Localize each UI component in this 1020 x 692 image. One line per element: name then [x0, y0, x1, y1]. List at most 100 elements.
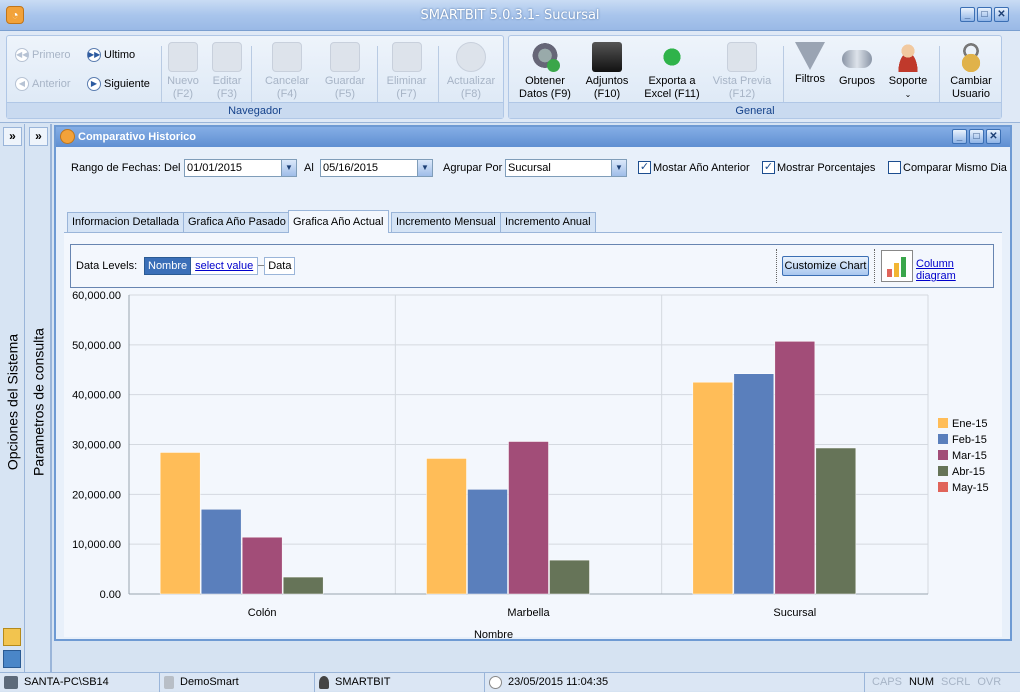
- actualizar-button[interactable]: Actualizar (F8): [441, 42, 501, 101]
- navegador-group-label: Navegador: [7, 102, 503, 118]
- filtros-button[interactable]: Filtros: [789, 42, 831, 86]
- column-diagram-icon[interactable]: [881, 250, 913, 282]
- legend-swatch: [938, 482, 948, 492]
- siguiente-button[interactable]: ▶ Siguiente: [87, 77, 150, 91]
- bar-mar-15: [774, 341, 816, 595]
- customize-chart-button[interactable]: Customize Chart: [782, 256, 869, 276]
- soporte-dropdown-icon: ⌄: [904, 90, 912, 99]
- bar-abr-15: [815, 447, 857, 595]
- editar-button[interactable]: Editar (F3): [207, 42, 247, 101]
- editar-label: Editar: [212, 75, 242, 87]
- guardar-button[interactable]: Guardar (F5): [315, 42, 375, 101]
- expand-opciones-button[interactable]: »: [3, 127, 22, 146]
- anterior-label: Anterior: [32, 78, 71, 90]
- status-db: DemoSmart: [160, 673, 315, 692]
- tab-incremento-anual[interactable]: Incremento Anual: [500, 212, 596, 232]
- bar-mar-15: [241, 536, 283, 595]
- folder-icon: [592, 42, 622, 72]
- grupos-button[interactable]: Grupos: [835, 42, 879, 88]
- chevron-down-icon[interactable]: ▼: [611, 160, 626, 176]
- num-indicator: NUM: [908, 676, 935, 688]
- legend-swatch: [938, 418, 948, 428]
- status-bar: SANTA-PC\SB14 DemoSmart SMARTBIT 23/05/2…: [0, 672, 1020, 692]
- ultimo-button[interactable]: ▶▶ Ultimo: [87, 48, 135, 62]
- mostrar-anio-checkbox[interactable]: ✓: [638, 161, 651, 174]
- level-data[interactable]: Data: [264, 256, 296, 275]
- screen-icon[interactable]: [3, 650, 21, 668]
- status-datetime-text: 23/05/2015 11:04:35: [508, 676, 609, 688]
- agrupar-label: Agrupar Por: [443, 162, 503, 174]
- y-tick-label: 20,000.00: [72, 489, 121, 501]
- y-tick-label: 50,000.00: [72, 340, 121, 352]
- opciones-sistema-panel[interactable]: » Opciones del Sistema: [0, 124, 25, 672]
- vista-previa-button[interactable]: Vista Previa (F12): [709, 42, 775, 101]
- agrupar-select[interactable]: Sucursal ▼: [505, 159, 627, 177]
- side-panel: » Opciones del Sistema » Parametros de c…: [0, 124, 52, 672]
- print-preview-icon: [727, 42, 757, 72]
- ribbon: ◀◀ Primero ◀ Anterior ▶▶ Ultimo ▶ Siguiente …: [0, 31, 1020, 123]
- soporte-button[interactable]: Soporte ⌄: [883, 42, 933, 101]
- tab-grafica-anio-actual[interactable]: Grafica Año Actual: [288, 210, 389, 233]
- scrl-indicator: SCRL: [941, 676, 971, 688]
- child-close-button[interactable]: ✕: [986, 129, 1001, 144]
- tab-grafica-anio-pasado[interactable]: Grafica Año Pasado: [183, 212, 291, 232]
- primero-label: Primero: [32, 49, 71, 61]
- ultimo-label: Ultimo: [104, 49, 136, 61]
- close-button[interactable]: ✕: [994, 7, 1009, 22]
- select-value-link[interactable]: select value: [191, 256, 259, 275]
- exporta-excel-button[interactable]: Exporta a Excel (F11): [639, 42, 705, 101]
- system-icon[interactable]: [3, 628, 21, 646]
- eliminar-button[interactable]: Eliminar (F7): [379, 42, 434, 101]
- status-pc: SANTA-PC\SB14: [0, 673, 160, 692]
- status-keys: CAPS NUM SCRL OVR: [868, 673, 1020, 692]
- legend-label: Feb-15: [952, 434, 987, 446]
- fecha-del-input[interactable]: 01/01/2015 ▼: [184, 159, 297, 177]
- calendar-dropdown-icon[interactable]: ▼: [281, 160, 296, 176]
- fecha-al-value: 05/16/2015: [323, 162, 379, 174]
- maximize-button[interactable]: □: [977, 7, 992, 22]
- nuevo-key: (F2): [172, 88, 194, 100]
- expand-parametros-button[interactable]: »: [29, 127, 48, 146]
- fecha-al-input[interactable]: 05/16/2015 ▼: [320, 159, 433, 177]
- primero-button[interactable]: ◀◀ Primero: [15, 48, 71, 62]
- save-icon: [330, 42, 360, 72]
- x-axis-title: Nombre: [474, 629, 513, 638]
- child-maximize-button[interactable]: □: [969, 129, 984, 144]
- mostrar-anio-label: Mostar Año Anterior: [653, 162, 750, 174]
- anterior-button[interactable]: ◀ Anterior: [15, 77, 71, 91]
- y-tick-label: 60,000.00: [72, 290, 121, 302]
- clock-icon: [489, 676, 502, 689]
- level-nombre[interactable]: Nombre: [144, 256, 192, 275]
- obtener-label-2: Datos (F9): [519, 88, 571, 100]
- status-db-text: DemoSmart: [180, 676, 239, 688]
- rango-label: Rango de Fechas:: [71, 162, 161, 174]
- actualizar-key: (F8): [460, 88, 482, 100]
- guardar-label: Guardar: [324, 75, 366, 87]
- x-tick-label: Marbella: [507, 607, 550, 619]
- minimize-button[interactable]: _: [960, 7, 975, 22]
- parametros-consulta-panel[interactable]: » Parametros de consulta: [26, 124, 51, 672]
- calendar-dropdown-icon[interactable]: ▼: [417, 160, 432, 176]
- column-diagram-link[interactable]: Column diagram: [916, 258, 993, 282]
- cambiar-usuario-button[interactable]: Cambiar Usuario: [943, 42, 999, 101]
- child-minimize-button[interactable]: _: [952, 129, 967, 144]
- obtener-datos-button[interactable]: Obtener Datos (F9): [513, 42, 577, 101]
- bar-feb-15: [200, 509, 242, 595]
- comparativo-window: Comparativo Historico _ □ ✕ Rango de Fec…: [54, 125, 1012, 641]
- tab-informacion-detallada[interactable]: Informacion Detallada: [67, 212, 185, 232]
- cambiar-label-1: Cambiar: [950, 75, 992, 87]
- new-document-icon: [168, 42, 198, 72]
- status-datetime: 23/05/2015 11:04:35: [485, 673, 865, 692]
- cancelar-key: (F4): [276, 88, 298, 100]
- adjuntos-button[interactable]: Adjuntos (F10): [579, 42, 635, 101]
- legend-swatch: [938, 466, 948, 476]
- navegador-group: ◀◀ Primero ◀ Anterior ▶▶ Ultimo ▶ Siguiente …: [6, 35, 504, 119]
- comparar-checkbox[interactable]: [888, 161, 901, 174]
- cancelar-button[interactable]: Cancelar (F4): [257, 42, 317, 101]
- tab-incremento-mensual[interactable]: Incremento Mensual: [391, 212, 501, 232]
- y-tick-label: 10,000.00: [72, 539, 121, 551]
- bar-feb-15: [733, 373, 775, 595]
- mostrar-pct-checkbox[interactable]: ✓: [762, 161, 775, 174]
- nuevo-button[interactable]: Nuevo (F2): [163, 42, 203, 101]
- window-title: SMARTBIT 5.0.3.1- Sucursal: [420, 8, 600, 23]
